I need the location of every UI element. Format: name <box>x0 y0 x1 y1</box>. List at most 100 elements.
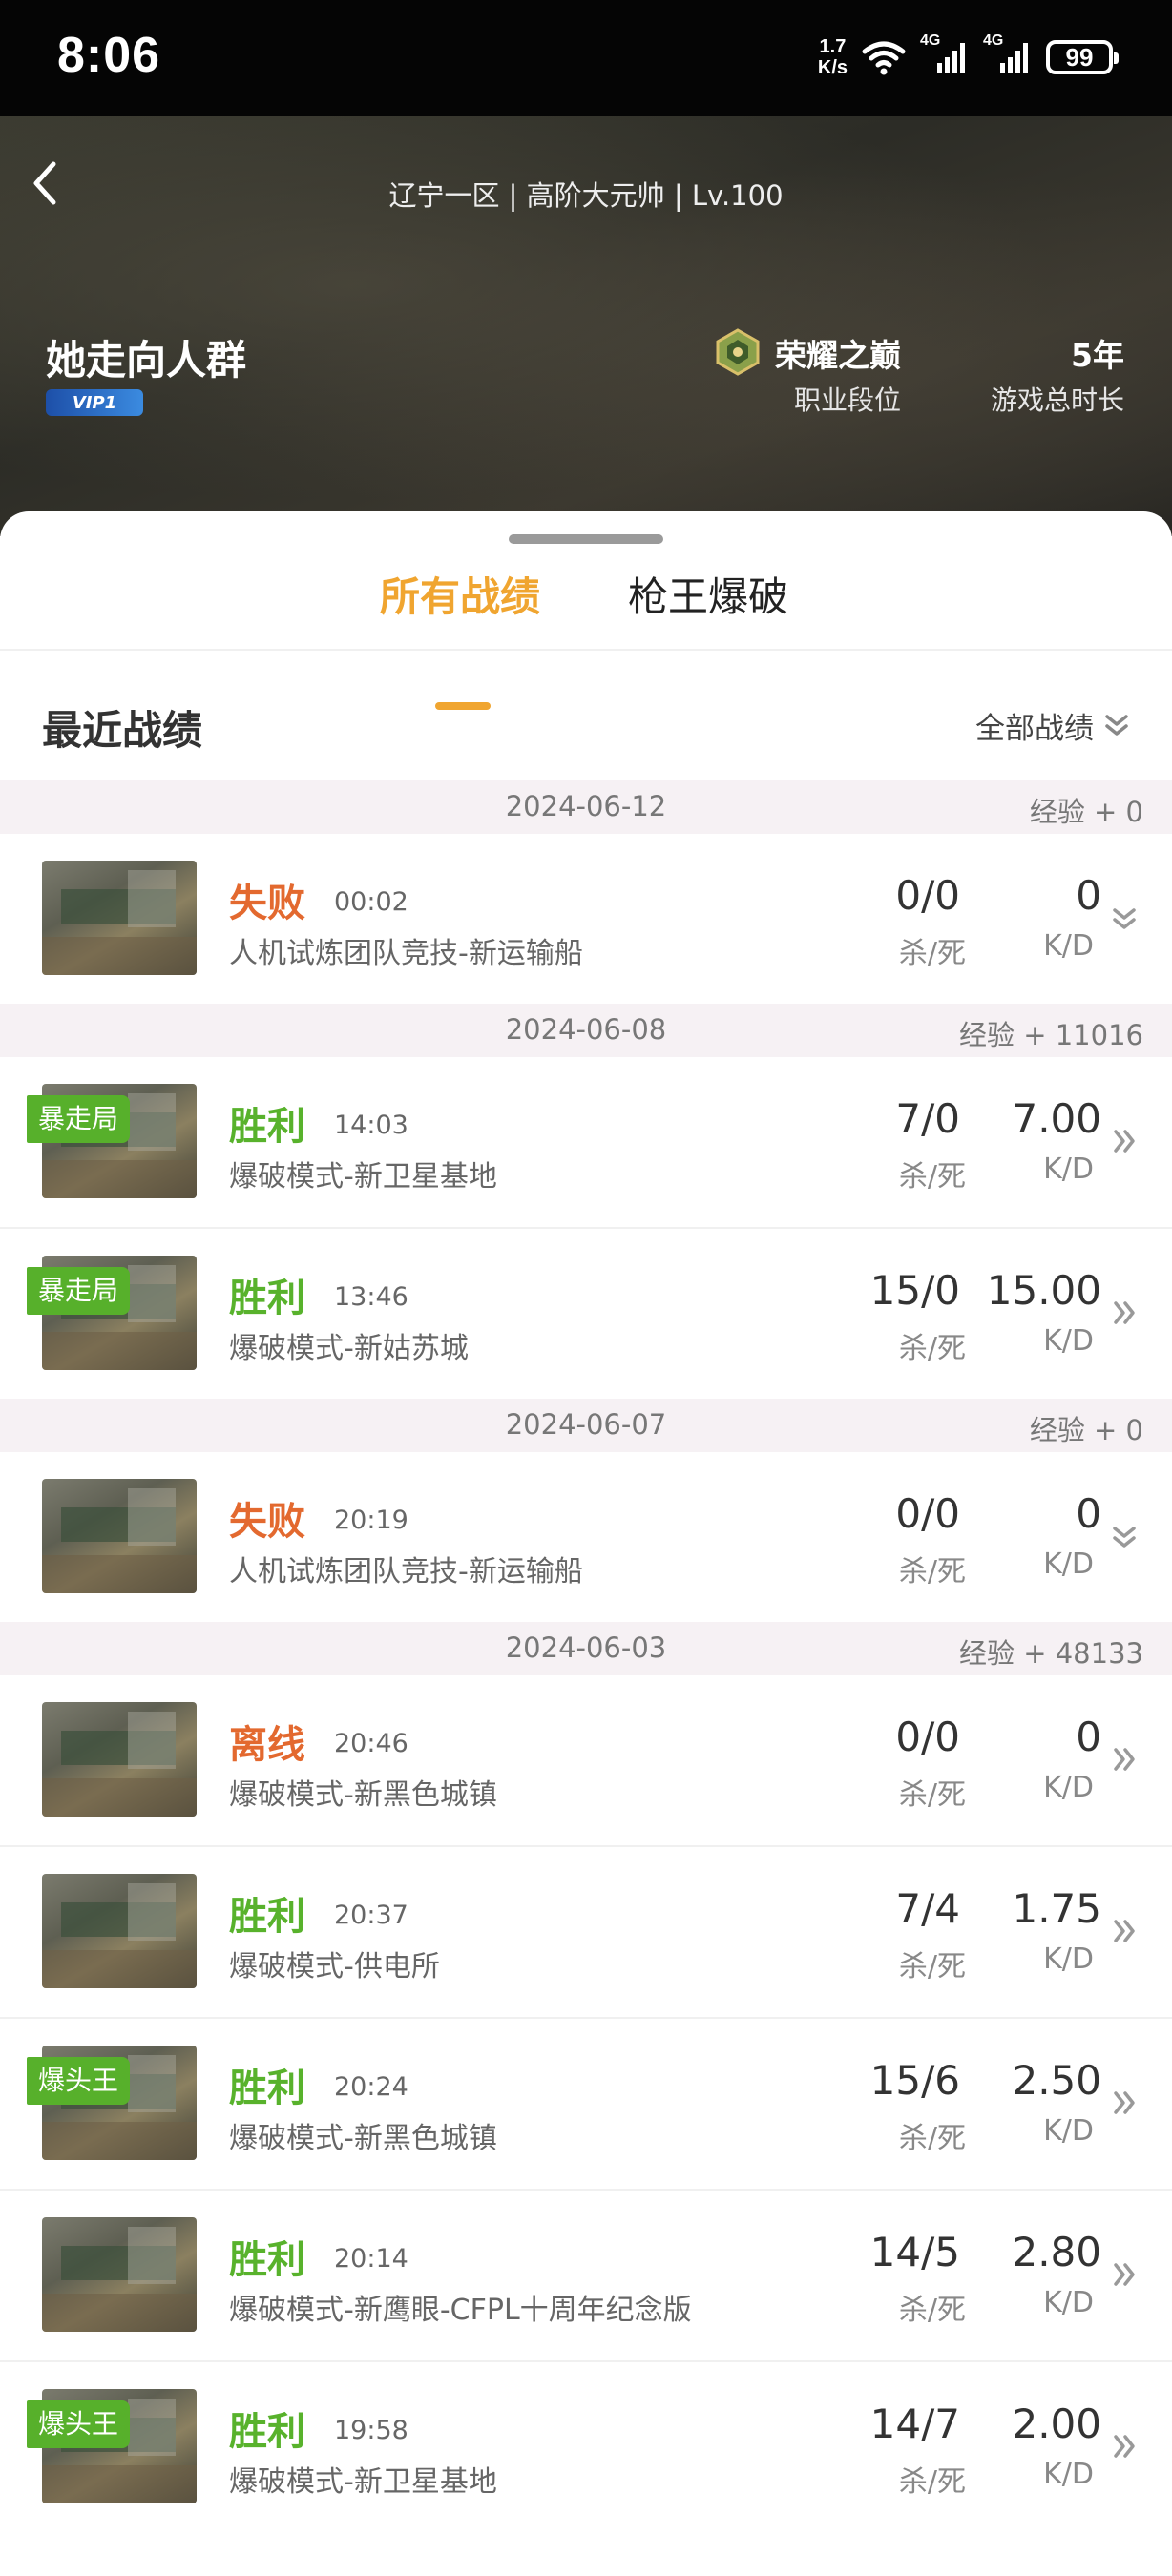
cellular-signal-icon: 4G <box>983 32 1033 76</box>
match-result: 胜利 <box>229 1105 305 1149</box>
date-group-header: 2024-06-03 经验 + 48133 <box>0 1622 1172 1675</box>
map-thumbnail <box>42 861 197 975</box>
kill-death-count: 0/0 <box>895 1714 960 1760</box>
kill-death-count: 14/7 <box>869 2400 960 2447</box>
match-mode: 爆破模式-供电所 <box>229 1950 440 1984</box>
kd-value: 2.80 <box>1012 2229 1101 2275</box>
kd-label: K/D <box>1043 2458 1094 2491</box>
tab-sniper-blast[interactable]: 枪王爆破 <box>628 565 788 623</box>
wifi-icon <box>862 41 906 75</box>
map-thumbnail <box>42 1874 197 1988</box>
kill-death-count: 0/0 <box>895 1490 960 1537</box>
kill-death-label: 杀/死 <box>898 2294 966 2327</box>
match-row[interactable]: 离线 20:46 爆破模式-新黑色城镇 0/0 杀/死 0 K/D <box>0 1675 1172 1847</box>
match-result: 胜利 <box>229 2410 305 2454</box>
match-result: 胜利 <box>229 2238 305 2282</box>
tab-all-records[interactable]: 所有战绩 <box>380 565 540 623</box>
match-mode: 爆破模式-新鹰眼-CFPL十周年纪念版 <box>229 2294 692 2327</box>
group-exp: 经验 + 11016 <box>959 1019 1143 1051</box>
kd-value: 0 <box>1076 1490 1101 1537</box>
double-chevron-right-icon[interactable] <box>1111 1294 1138 1332</box>
match-row[interactable]: 爆头王 胜利 20:24 爆破模式-新黑色城镇 15/6 杀/死 2.50 K/D <box>0 2019 1172 2191</box>
match-tag: 爆头王 <box>27 2400 131 2448</box>
match-time: 20:46 <box>334 1729 408 1758</box>
kd-value: 0 <box>1076 1714 1101 1760</box>
match-mode: 爆破模式-新卫星基地 <box>229 2465 497 2499</box>
kill-death-label: 杀/死 <box>898 1332 966 1365</box>
match-mode: 爆破模式-新黑色城镇 <box>229 2122 497 2155</box>
kill-death-label: 杀/死 <box>898 1555 966 1589</box>
rank-name: 荣耀之巅 <box>775 337 901 374</box>
tab-bar: 所有战绩 枪王爆破 <box>0 565 1172 710</box>
filter-dropdown[interactable]: 全部战绩 <box>975 704 1130 747</box>
map-thumbnail <box>42 2217 197 2332</box>
tab-indicator <box>435 702 491 710</box>
kill-death-count: 14/5 <box>869 2229 960 2275</box>
group-exp: 经验 + 0 <box>1029 1414 1143 1446</box>
match-time: 13:46 <box>334 1282 408 1312</box>
double-chevron-right-icon[interactable] <box>1111 1122 1138 1160</box>
network-speed-unit: K/s <box>817 57 848 78</box>
group-exp: 经验 + 48133 <box>959 1637 1143 1670</box>
match-row[interactable]: 暴走局 胜利 14:03 爆破模式-新卫星基地 7/0 杀/死 7.00 K/D <box>0 1057 1172 1229</box>
kill-death-count: 7/4 <box>895 1885 960 1932</box>
kd-value: 2.50 <box>1012 2057 1101 2104</box>
vip-badge: VIP1 <box>46 389 143 416</box>
match-time: 20:14 <box>334 2244 408 2274</box>
match-mode: 爆破模式-新黑色城镇 <box>229 1778 497 1812</box>
double-chevron-right-icon[interactable] <box>1111 2255 1138 2294</box>
match-time: 20:37 <box>334 1901 408 1930</box>
expand-chevron-icon[interactable] <box>1111 1517 1138 1555</box>
match-row[interactable]: 胜利 20:14 爆破模式-新鹰眼-CFPL十周年纪念版 14/5 杀/死 2.80 K/D <box>0 2191 1172 2362</box>
kill-death-count: 15/0 <box>869 1267 960 1314</box>
kd-label: K/D <box>1043 1771 1094 1804</box>
match-result: 胜利 <box>229 1895 305 1939</box>
match-tag: 暴走局 <box>27 1267 131 1315</box>
match-result: 胜利 <box>229 2067 305 2110</box>
profile-header: 辽宁一区 | 高阶大元帅 | Lv.100 她走向人群 VIP1 荣耀之巅 职业… <box>0 116 1172 536</box>
double-chevron-right-icon[interactable] <box>1111 2427 1138 2465</box>
match-tag: 暴走局 <box>27 1095 131 1143</box>
rank-label: 职业段位 <box>794 384 902 416</box>
match-mode: 爆破模式-新姑苏城 <box>229 1332 469 1365</box>
kd-label: K/D <box>1043 2286 1094 2319</box>
match-row[interactable]: 爆头王 胜利 19:58 爆破模式-新卫星基地 14/7 杀/死 2.00 K/D <box>0 2362 1172 2532</box>
records-sheet: 所有战绩 枪王爆破 最近战绩 全部战绩 2024-06-12 经验 + 0 失败 00… <box>0 511 1172 2576</box>
double-chevron-right-icon[interactable] <box>1111 1912 1138 1950</box>
network-speed-value: 1.7 <box>819 36 847 57</box>
expand-chevron-icon[interactable] <box>1111 899 1138 937</box>
kill-death-label: 杀/死 <box>898 2465 966 2499</box>
kill-death-count: 15/6 <box>869 2057 960 2104</box>
date-group-header: 2024-06-12 经验 + 0 <box>0 780 1172 834</box>
status-bar: 8:06 1.7 K/s 4G 4G 99 <box>0 0 1172 116</box>
kill-death-label: 杀/死 <box>898 1778 966 1812</box>
playtime-value: 5年 <box>1071 337 1124 374</box>
match-list: 2024-06-12 经验 + 0 失败 00:02 人机试炼团队竞技-新运输船 0/0 杀… <box>0 780 1172 2532</box>
match-row[interactable]: 暴走局 胜利 13:46 爆破模式-新姑苏城 15/0 杀/死 15.00 K/D <box>0 1229 1172 1399</box>
match-time: 14:03 <box>334 1111 408 1140</box>
drag-handle[interactable] <box>509 534 663 544</box>
kd-label: K/D <box>1043 2114 1094 2148</box>
cellular-signal-icon: 4G <box>920 32 970 76</box>
match-row[interactable]: 胜利 20:37 爆破模式-供电所 7/4 杀/死 1.75 K/D <box>0 1847 1172 2019</box>
network-speed: 1.7 K/s <box>818 36 848 78</box>
date-group-header: 2024-06-07 经验 + 0 <box>0 1399 1172 1452</box>
kd-value: 0 <box>1076 872 1101 919</box>
match-result: 离线 <box>229 1723 305 1767</box>
double-chevron-right-icon[interactable] <box>1111 2084 1138 2122</box>
rank-emblem-icon <box>716 328 760 376</box>
match-time: 00:02 <box>334 887 408 917</box>
double-chevron-right-icon[interactable] <box>1111 1740 1138 1778</box>
kd-value: 1.75 <box>1012 1885 1101 1932</box>
kd-label: K/D <box>1043 1942 1094 1976</box>
kill-death-count: 7/0 <box>895 1095 960 1142</box>
status-icons: 1.7 K/s 4G 4G 99 <box>818 32 1119 82</box>
double-chevron-down-icon <box>1105 714 1128 736</box>
match-row[interactable]: 失败 00:02 人机试炼团队竞技-新运输船 0/0 杀/死 0 K/D <box>0 834 1172 1004</box>
match-result: 失败 <box>229 882 305 925</box>
battery-icon: 99 <box>1046 40 1119 74</box>
match-row[interactable]: 失败 20:19 人机试炼团队竞技-新运输船 0/0 杀/死 0 K/D <box>0 1452 1172 1622</box>
match-mode: 人机试炼团队竞技-新运输船 <box>229 937 583 970</box>
section-title: 最近战绩 <box>42 707 203 754</box>
match-mode: 人机试炼团队竞技-新运输船 <box>229 1555 583 1589</box>
